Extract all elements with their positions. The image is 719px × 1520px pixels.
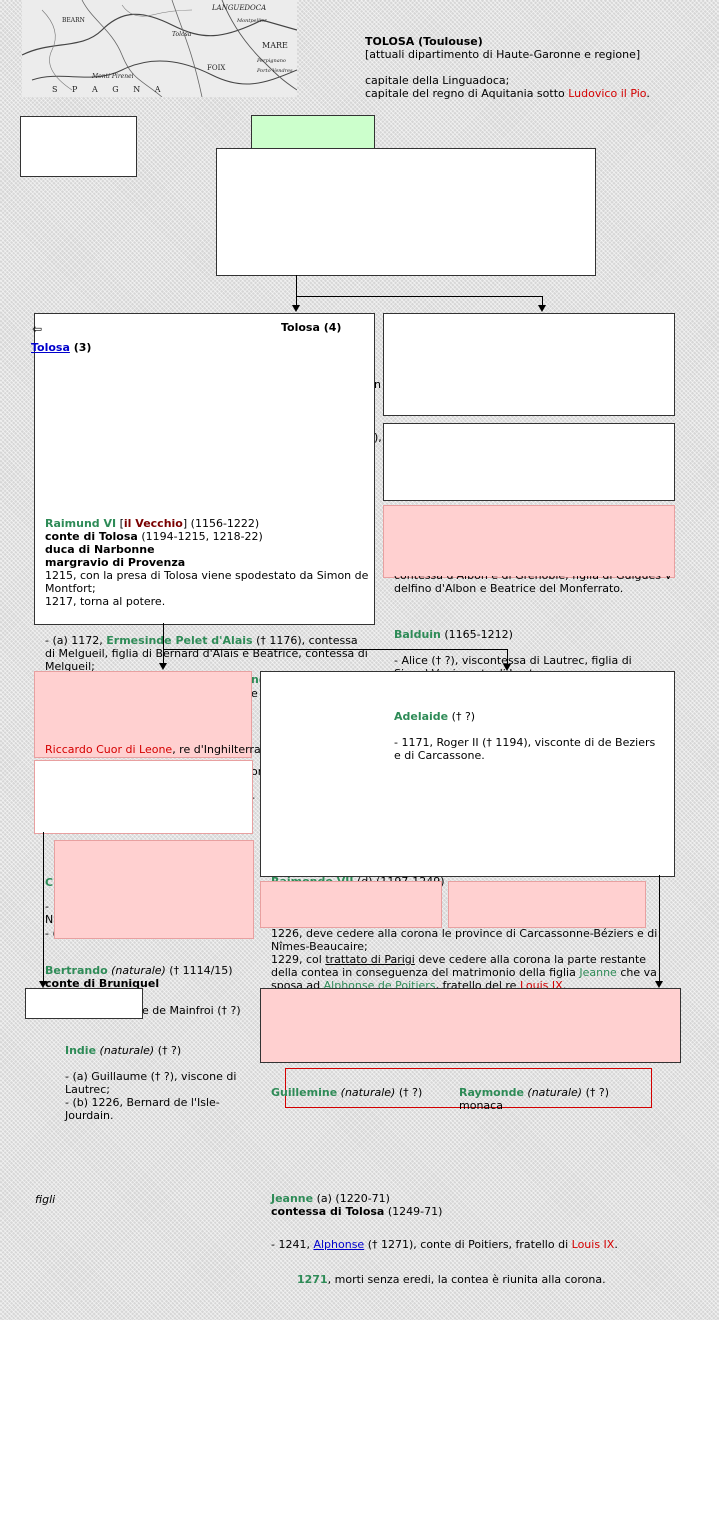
green-box [251, 115, 375, 150]
header: TOLOSA (Toulouse) [attuali dipartimento … [365, 35, 705, 100]
text-fragment: e [251, 687, 258, 700]
map-label-tolosa: Tolosa [172, 31, 192, 38]
text-fragment: C [45, 876, 54, 889]
map-label-foix: FOIX [207, 64, 225, 72]
map-label-montpellier: Montpellier [236, 18, 267, 24]
figli-label: figli [35, 1193, 56, 1206]
adelaide-entry: Adelaide († ?) - 1171, Roger II († 1194)… [394, 710, 656, 762]
arrow-head [538, 305, 546, 312]
pink-box-large [260, 988, 681, 1063]
prev-page-nav: Tolosa (3) [31, 341, 92, 354]
white-box-large [260, 671, 675, 877]
page-subtitle: [attuali dipartimento di Haute-Garonne e… [365, 48, 641, 61]
raymonde-entry: Raymonde (naturale) († ?) monaca [459, 1086, 610, 1112]
alphonse-link[interactable]: Alphonse [313, 1238, 364, 1251]
dauphine-text-2: delfino d'Albon e Beatrice del Monferrat… [394, 582, 624, 595]
guillemine-entry: Guillemine (naturale) († ?) [271, 1086, 423, 1099]
current-page-label: Tolosa (4) [281, 321, 342, 334]
pink-box-right [383, 505, 675, 578]
final-note: 1271, morti senza eredi, la contea è riu… [297, 1273, 606, 1286]
connector-line [507, 649, 508, 665]
white-box-small [25, 988, 143, 1019]
map-label-spagna: S P A G N A [52, 85, 167, 94]
riccardo-line: Riccardo Cuor di Leone, re d'Inghilterra [45, 743, 261, 756]
text-fragment: n [374, 378, 381, 391]
arrow-head [159, 663, 167, 670]
historical-map-image: LANGUEDOCA BEARN FOIX Monti Pirenei S P … [22, 0, 297, 97]
header-line-2: capitale del regno di Aquitania sotto Lu… [365, 87, 650, 100]
pink-box-right-2 [448, 881, 646, 928]
white-box-right-1 [383, 313, 675, 416]
indie-entry: Indie (naturale) († ?) - (a) Guillaume (… [65, 1044, 237, 1122]
text-fragment: ), [374, 431, 382, 444]
map-label-languedoca: LANGUEDOCA [211, 4, 266, 12]
pink-box-center [260, 881, 442, 928]
connector-line [163, 649, 507, 650]
bertrando-marriage: e de Mainfroi († ?) [142, 1004, 241, 1017]
jeanne-entry: Jeanne (a) (1220-71) contessa di Tolosa … [271, 1192, 618, 1251]
back-arrow-icon[interactable]: ⇦ [32, 322, 42, 336]
map-label-mare: MARE [262, 41, 288, 50]
raimund-vi-marriages: - (a) 1172, Ermesinde Pelet d'Alais († 1… [45, 634, 368, 673]
connector-line [43, 832, 44, 982]
connector-line [296, 296, 543, 297]
empty-box-top-left [20, 116, 137, 177]
page-title: TOLOSA (Toulouse) [365, 35, 483, 48]
white-box-center [216, 148, 596, 276]
bertrando-entry: Bertrando (naturale) († 1114/15) conte d… [45, 964, 233, 990]
text-fragment: - [45, 900, 49, 913]
trattato-link[interactable]: trattato di Parigi [325, 953, 415, 966]
map-label-bearn: BEARN [62, 17, 85, 24]
arrow-head [292, 305, 300, 312]
raimund-vi-entry: Raimund VI [il Vecchio] (1156-1222) cont… [45, 517, 369, 608]
raimondo-vii-notes: 1226, deve cedere alla corona le provinc… [271, 927, 658, 989]
arrow-head [503, 664, 511, 671]
map-label-perpignano: Perpignano [256, 58, 286, 64]
connector-line [163, 623, 164, 664]
white-box-right-2 [383, 423, 675, 501]
map-label-porto: Porto Vendres [256, 68, 293, 74]
map-label-pirenei: Monti Pirenei [91, 73, 134, 80]
ludovico-link[interactable]: Ludovico il Pio [568, 87, 646, 100]
header-line-1: capitale della Linguadoca; [365, 74, 510, 87]
white-box-left [34, 760, 253, 834]
pink-box-left-2 [54, 840, 254, 939]
text-fragment: N [45, 913, 54, 926]
raimund-vi-name: Raimund VI [45, 517, 117, 530]
connector-line [296, 275, 297, 297]
prev-page-link[interactable]: Tolosa [31, 341, 70, 354]
